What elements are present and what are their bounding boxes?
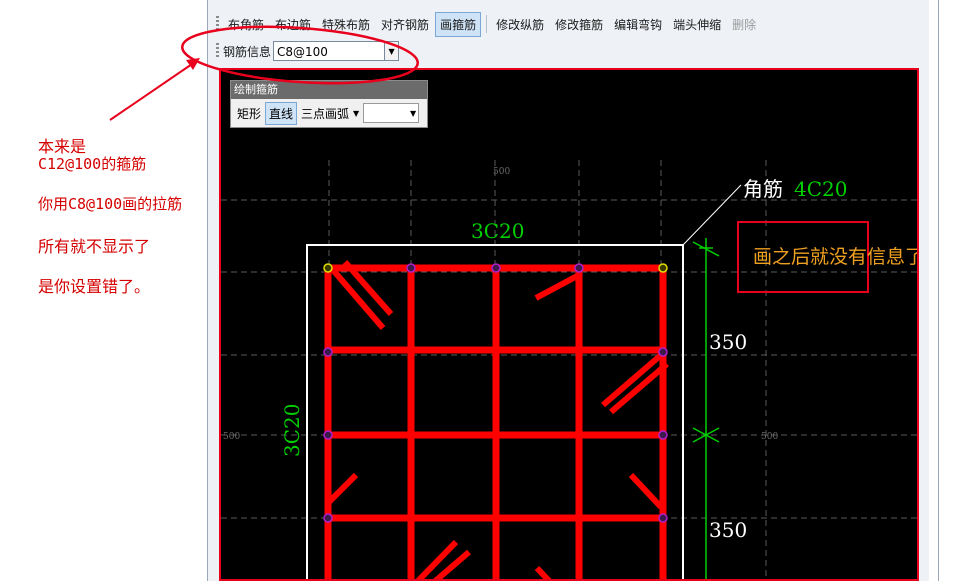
- right-panel-edge: [929, 0, 979, 581]
- arrow-head-icon: [186, 58, 200, 70]
- edge-bar: [658, 513, 668, 523]
- drawing-canvas[interactable]: 500 500 500 3C20 3C20 角筋 4C20 350 350 画之…: [219, 68, 919, 581]
- toolbar-button-draw-stirrup[interactable]: 画箍筋: [435, 11, 482, 37]
- toolbar-button-edit-longitudinal[interactable]: 修改纵筋: [491, 12, 549, 37]
- toolbar-button-align-bar[interactable]: 对齐钢筋: [376, 12, 434, 37]
- corner-bar: [658, 263, 668, 273]
- rebar-info-select[interactable]: C8@100 ▼: [273, 41, 400, 61]
- hook: [415, 539, 459, 579]
- edge-bar: [323, 347, 333, 357]
- annotation-line-5: 是你设置错了。: [38, 277, 151, 296]
- toolbar-button-end-extend[interactable]: 端头伸缩: [668, 12, 726, 37]
- toolbar-button-special-bar[interactable]: 特殊布筋: [317, 12, 375, 37]
- edge-bar: [658, 347, 668, 357]
- left-edge-label: 3C20: [280, 404, 304, 457]
- panel-title: 绘制箍筋: [231, 81, 427, 99]
- corner-label: 角筋: [743, 177, 783, 201]
- annotation-arrow: [109, 61, 196, 121]
- rebar-info-value[interactable]: C8@100: [273, 41, 386, 61]
- edge-bar: [491, 263, 501, 273]
- annotation-line-3: 你用C8@100画的拉筋: [38, 195, 183, 213]
- chevron-down-icon[interactable]: ▼: [385, 41, 400, 61]
- chevron-down-icon[interactable]: ▼: [353, 109, 359, 118]
- draw-line-button[interactable]: 直线: [265, 101, 298, 125]
- hook: [534, 565, 552, 579]
- draw-stirrup-panel: 绘制箍筋 矩形 直线 三点画弧 ▼ ▼: [230, 80, 428, 128]
- corner-value: 4C20: [794, 177, 847, 201]
- hook: [534, 272, 581, 301]
- annotation-line-2: C12@100的箍筋: [38, 155, 147, 173]
- edit-toolbar: 布角筋 布边筋 特殊布筋 对齐钢筋 画箍筋 修改纵筋 修改箍筋 编辑弯钩 端头伸…: [216, 11, 762, 37]
- toolbar-button-edit-stirrup[interactable]: 修改箍筋: [550, 12, 608, 37]
- grid-label-left: 500: [223, 432, 240, 442]
- top-edge-label: 3C20: [471, 219, 524, 243]
- dimension-label-2: 350: [709, 518, 747, 542]
- toolbar-button-edge-bar[interactable]: 布边筋: [270, 12, 316, 37]
- rebar-info-toolbar: 钢筋信息 C8@100 ▼: [216, 39, 400, 63]
- toolbar-button-delete[interactable]: 删除: [727, 12, 761, 37]
- annotation-after-draw: 画之后就没有信息了: [753, 246, 919, 268]
- edge-bar: [658, 430, 668, 440]
- corner-bar: [323, 263, 333, 273]
- hook: [326, 472, 359, 505]
- draw-rect-button[interactable]: 矩形: [233, 102, 265, 125]
- draw-arc-button[interactable]: 三点画弧: [297, 102, 353, 125]
- edge-bar: [406, 263, 416, 273]
- dimension-label-1: 350: [709, 330, 747, 354]
- stirrup-set: [324, 264, 667, 579]
- grid-label-top: 500: [493, 167, 510, 177]
- toolbar-button-edit-hook[interactable]: 编辑弯钩: [609, 12, 667, 37]
- edge-bar: [323, 513, 333, 523]
- edge-bar: [574, 263, 584, 273]
- toolbar-grip[interactable]: [216, 16, 219, 32]
- toolbar-button-corner-bar[interactable]: 布角筋: [223, 12, 269, 37]
- edge-bar: [323, 430, 333, 440]
- rebar-info-label: 钢筋信息: [223, 44, 272, 59]
- corner-leader-line: [682, 184, 742, 246]
- toolbar-separator: [486, 15, 488, 33]
- hook: [628, 472, 664, 510]
- annotation-line-4: 所有就不显示了: [38, 237, 151, 256]
- toolbar-grip[interactable]: [216, 43, 219, 59]
- grid-label-right: 500: [761, 432, 778, 442]
- draw-option-select[interactable]: ▼: [363, 103, 420, 123]
